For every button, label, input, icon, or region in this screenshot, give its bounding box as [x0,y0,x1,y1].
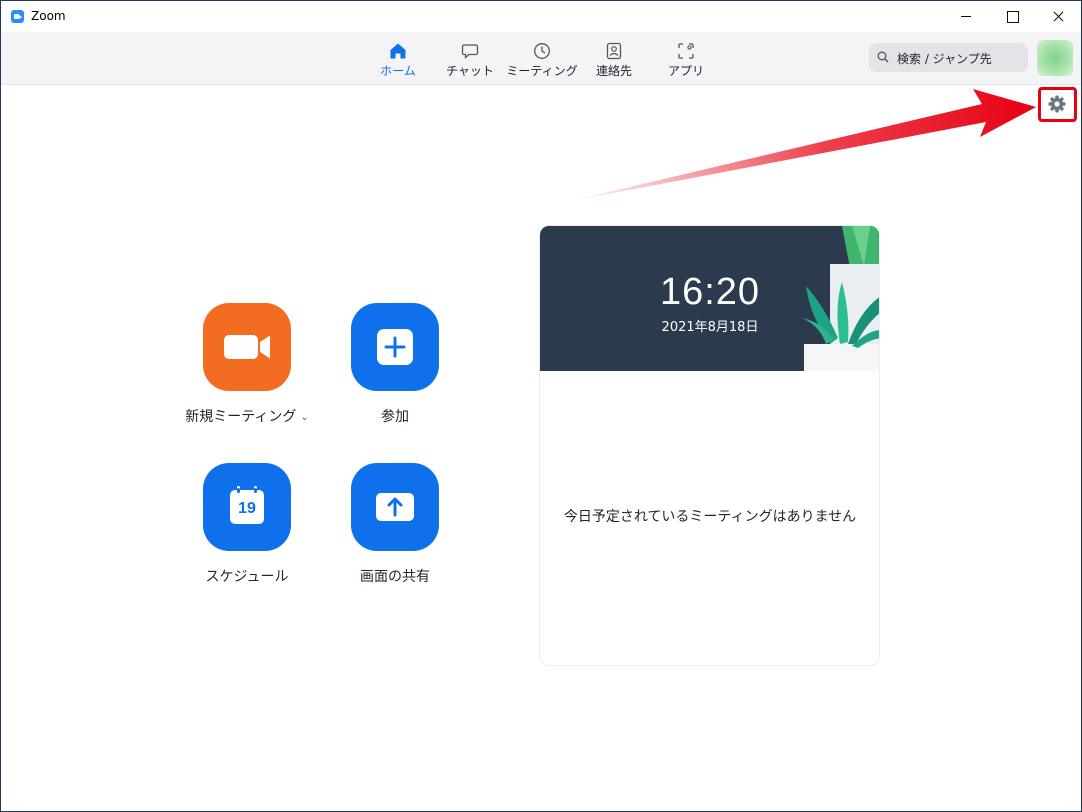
tab-contacts-label: 連絡先 [595,64,632,78]
share-screen-label: 画面の共有 [360,569,430,585]
chevron-down-icon[interactable]: ⌄ [300,412,308,423]
search-placeholder: 検索 / ジャンプ先 [897,52,992,66]
share-screen-button[interactable]: 画面の共有 [325,463,465,586]
search-icon [877,51,889,63]
schedule-button[interactable]: 19 スケジュール [177,463,317,586]
minimize-button[interactable] [943,1,989,32]
tab-apps-label: アプリ [667,64,704,78]
schedule-label: スケジュール [205,569,289,585]
window-title: Zoom [31,9,66,23]
join-label: 参加 [381,409,409,425]
tab-apps[interactable]: アプリ [650,40,722,80]
share-arrow-icon [376,493,414,521]
gear-icon[interactable] [1047,94,1067,114]
upcoming-meetings-card: 16:20 2021年8月18日 今日予定されているミーティングはありません [539,225,880,666]
clock-icon [534,43,550,59]
apps-icon [678,43,694,59]
card-header: 16:20 2021年8月18日 [540,226,879,371]
tab-meetings-label: ミーティング [506,64,578,78]
tab-chat[interactable]: チャット [434,40,506,80]
schedule-tile[interactable]: 19 [203,463,291,551]
tab-chat-label: チャット [446,64,494,78]
tab-home[interactable]: ホーム [362,40,434,80]
tab-contacts[interactable]: 連絡先 [578,40,650,80]
title-bar: Zoom [1,1,1081,32]
search-input[interactable]: 検索 / ジャンプ先 [869,43,1028,72]
tab-home-label: ホーム [380,64,416,78]
clock-date: 2021年8月18日 [661,320,759,335]
home-icon [390,43,406,59]
close-button[interactable] [1035,1,1081,32]
share-screen-tile[interactable] [351,463,439,551]
calendar-day: 19 [238,500,256,517]
zoom-window: Zoom ホーム チャット ミーティング 連絡先 アプリ 検索 / ジャンプ先 … [0,0,1082,812]
tab-meetings[interactable]: ミーティング [506,40,578,80]
new-meeting-label: 新規ミーティング [185,409,297,425]
no-meetings-message: 今日予定されているミーティングはありません [563,509,857,525]
plus-icon [377,329,413,365]
top-navigation: ホーム チャット ミーティング 連絡先 アプリ 検索 / ジャンプ先 [1,32,1081,85]
join-button[interactable]: 参加 [325,303,465,426]
contacts-icon [606,42,622,60]
new-meeting-tile[interactable] [203,303,291,391]
avatar[interactable] [1037,40,1073,76]
clock-time: 16:20 [659,271,761,313]
maximize-button[interactable] [989,1,1035,32]
join-tile[interactable] [351,303,439,391]
zoom-logo-icon [11,10,24,23]
chat-icon [461,44,479,59]
new-meeting-button[interactable]: 新規ミーティング ⌄ [177,303,317,426]
video-camera-icon [224,335,270,359]
